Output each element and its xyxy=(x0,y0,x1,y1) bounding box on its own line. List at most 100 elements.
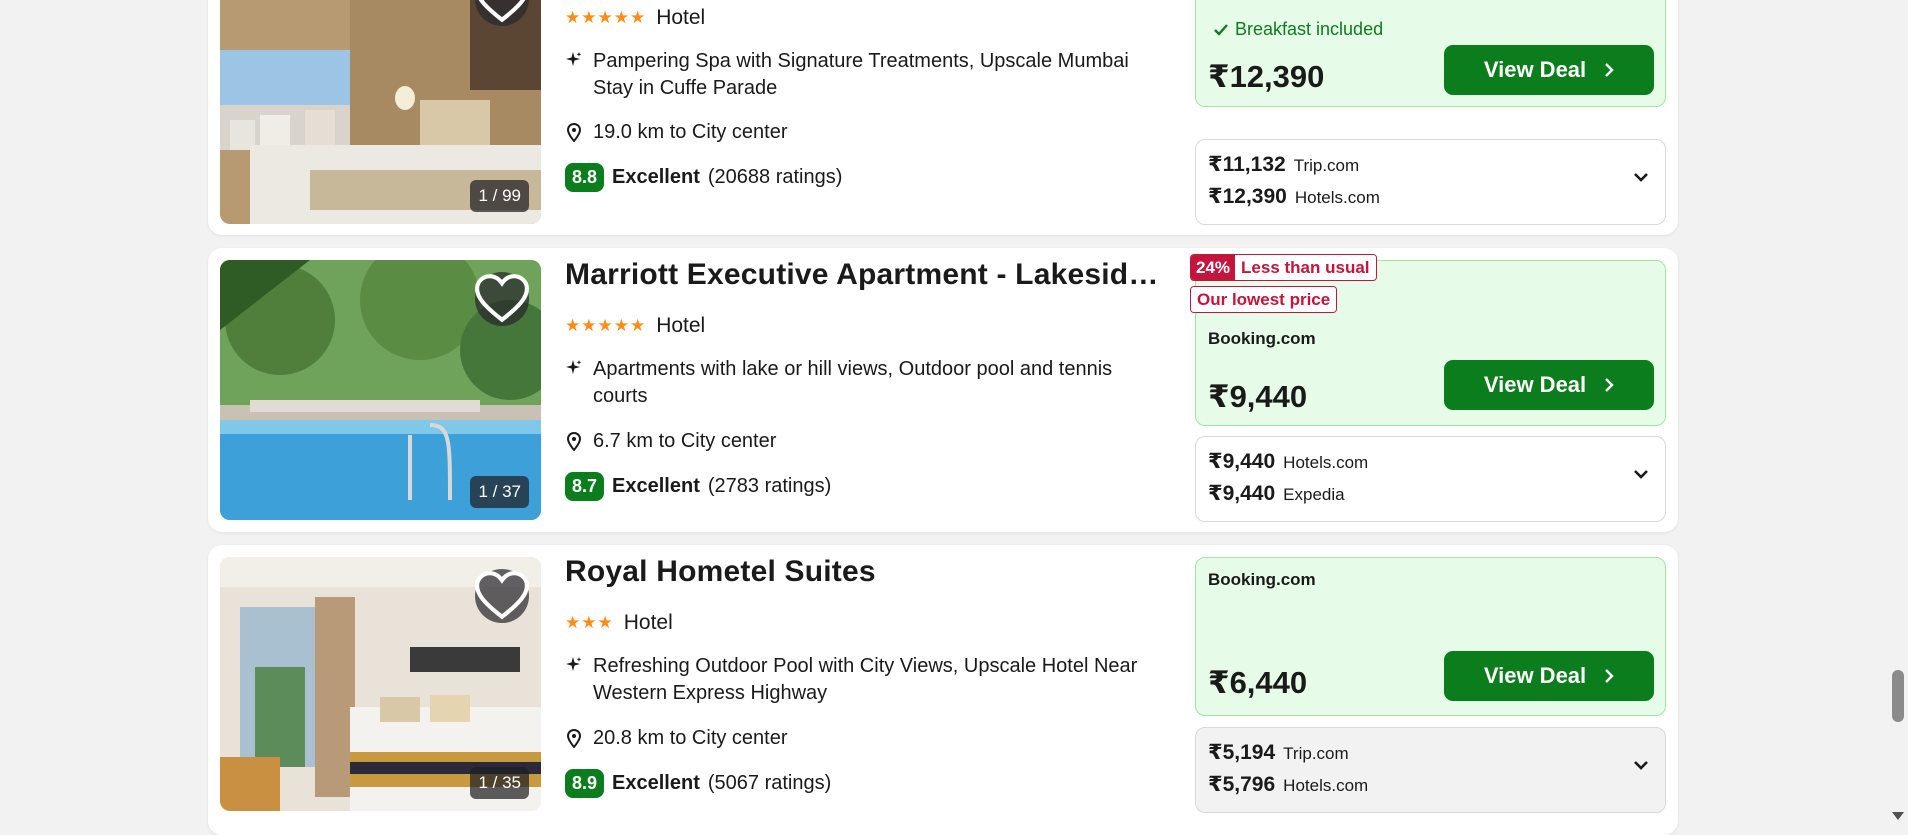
hotel-photo[interactable]: 1 / 99 xyxy=(220,0,541,224)
star-rating: ★★★★★ xyxy=(565,8,647,27)
view-deal-button[interactable]: View Deal xyxy=(1444,651,1654,701)
main-deal-box[interactable]: Breakfast included ₹12,390 View Deal xyxy=(1195,0,1666,107)
view-deal-label: View Deal xyxy=(1483,372,1587,397)
ratings-count: (5067 ratings) xyxy=(707,772,832,794)
other-prices-box[interactable]: ₹9,440 Hotels.com ₹9,440 Expedia xyxy=(1195,436,1666,522)
favorite-button[interactable] xyxy=(475,0,529,26)
highlight-row: Apartments with lake or hill views, Outd… xyxy=(565,356,1165,410)
hotel-card[interactable]: 1 / 99 ★★★★★ Hotel Pampering Spa with Si… xyxy=(208,0,1678,235)
other-price-row: ₹5,796 Hotels.com xyxy=(1208,772,1368,797)
other-prices-box[interactable]: ₹11,132 Trip.com ₹12,390 Hotels.com xyxy=(1195,139,1666,225)
other-price: ₹9,440 xyxy=(1208,482,1276,505)
favorite-button[interactable] xyxy=(475,569,529,623)
other-site: Trip.com xyxy=(1293,156,1360,175)
hotel-title[interactable]: Royal Hometel Suites xyxy=(565,555,1175,589)
other-site: Trip.com xyxy=(1283,744,1349,763)
location-pin-icon xyxy=(565,725,583,752)
chevron-right-icon xyxy=(1605,63,1614,77)
breakfast-text: Breakfast included xyxy=(1235,19,1384,39)
other-price: ₹5,194 xyxy=(1208,741,1276,764)
other-price-row: ₹12,390 Hotels.com xyxy=(1208,184,1380,209)
other-price-row: ₹9,440 Hotels.com xyxy=(1208,449,1368,474)
deal-price: ₹6,440 xyxy=(1208,665,1308,700)
hotel-title[interactable]: Marriott Executive Apartment - Lakeside … xyxy=(565,258,1175,292)
location-pin-icon xyxy=(565,428,583,455)
review-summary[interactable]: 8.8 Excellent (20688 ratings) xyxy=(565,163,842,192)
sparkle-icon xyxy=(565,48,583,102)
property-type: Hotel xyxy=(623,611,673,634)
discount-tag: 24% Less than usual xyxy=(1190,254,1377,281)
distance-row: 20.8 km to City center xyxy=(565,725,1165,752)
score-badge: 8.8 xyxy=(565,163,605,192)
hotel-card[interactable]: 1 / 35 Royal Hometel Suites ★★★ Hotel Re… xyxy=(208,545,1678,835)
view-deal-button[interactable]: View Deal xyxy=(1444,360,1654,410)
property-type: Hotel xyxy=(656,314,706,337)
distance-text: 6.7 km to City center xyxy=(593,430,777,452)
distance-text: 19.0 km to City center xyxy=(593,121,788,143)
hotel-photo[interactable]: 1 / 35 xyxy=(220,557,541,811)
hotel-photo[interactable]: 1 / 37 xyxy=(220,260,541,520)
view-deal-label: View Deal xyxy=(1483,57,1587,82)
score-badge: 8.9 xyxy=(565,769,605,798)
chevron-down-icon[interactable] xyxy=(1633,760,1649,770)
distance-text: 20.8 km to City center xyxy=(593,727,788,749)
main-deal-box[interactable]: Booking.com ₹6,440 View Deal xyxy=(1195,557,1666,716)
main-deal-box[interactable]: Booking.com ₹9,440 View Deal xyxy=(1195,260,1666,426)
sparkle-icon xyxy=(565,356,583,410)
photo-counter: 1 / 37 xyxy=(470,476,529,508)
chevron-right-icon xyxy=(1605,378,1614,392)
other-price: ₹12,390 xyxy=(1208,185,1287,208)
view-deal-button[interactable]: View Deal xyxy=(1444,45,1654,95)
heart-icon xyxy=(475,571,529,620)
photo-counter: 1 / 35 xyxy=(470,767,529,799)
heart-icon xyxy=(475,274,529,323)
deal-provider: Booking.com xyxy=(1208,329,1316,348)
rating-word: Excellent xyxy=(612,772,700,794)
chevron-right-icon xyxy=(1605,669,1614,683)
deal-price: ₹9,440 xyxy=(1208,379,1308,414)
scroll-down-arrow[interactable] xyxy=(1892,812,1904,820)
highlight-text: Refreshing Outdoor Pool with City Views,… xyxy=(593,655,1138,704)
other-prices-box[interactable]: ₹5,194 Trip.com ₹5,796 Hotels.com xyxy=(1195,727,1666,813)
other-price-row: ₹11,132 Trip.com xyxy=(1208,152,1359,177)
view-deal-label: View Deal xyxy=(1483,663,1587,688)
hotel-card[interactable]: 1 / 37 Marriott Executive Apartment - La… xyxy=(208,248,1678,532)
breakfast-included: Breakfast included xyxy=(1214,19,1383,40)
chevron-down-icon[interactable] xyxy=(1633,172,1649,182)
discount-percent: 24% xyxy=(1191,255,1236,280)
other-price-row: ₹9,440 Expedia xyxy=(1208,481,1345,506)
vertical-scrollbar[interactable] xyxy=(1888,0,1908,824)
other-site: Expedia xyxy=(1283,485,1345,504)
location-pin-icon xyxy=(565,119,583,146)
heart-icon xyxy=(478,0,526,23)
favorite-button[interactable] xyxy=(475,272,529,326)
highlight-row: Pampering Spa with Signature Treatments,… xyxy=(565,48,1165,102)
lowest-price-tag: Our lowest price xyxy=(1190,286,1338,313)
star-rating: ★★★★★ xyxy=(565,316,647,335)
highlight-text: Apartments with lake or hill views, Outd… xyxy=(593,358,1113,407)
photo-counter: 1 / 99 xyxy=(470,180,529,212)
chevron-down-icon[interactable] xyxy=(1633,469,1649,479)
ratings-count: (20688 ratings) xyxy=(707,166,843,188)
distance-row: 6.7 km to City center xyxy=(565,428,1165,455)
ratings-count: (2783 ratings) xyxy=(707,475,832,497)
scrollbar-thumb[interactable] xyxy=(1892,670,1904,722)
other-price-row: ₹5,194 Trip.com xyxy=(1208,740,1349,765)
distance-row: 19.0 km to City center xyxy=(565,119,1165,146)
rating-word: Excellent xyxy=(612,166,700,188)
other-price: ₹11,132 xyxy=(1208,153,1286,176)
review-summary[interactable]: 8.9 Excellent (5067 ratings) xyxy=(565,769,831,798)
rating-word: Excellent xyxy=(612,475,700,497)
sparkle-icon xyxy=(565,653,583,707)
score-badge: 8.7 xyxy=(565,472,605,501)
check-icon xyxy=(1214,23,1228,36)
highlight-text: Pampering Spa with Signature Treatments,… xyxy=(593,50,1129,99)
deal-provider: Booking.com xyxy=(1208,570,1316,589)
review-summary[interactable]: 8.7 Excellent (2783 ratings) xyxy=(565,472,831,501)
other-site: Hotels.com xyxy=(1283,776,1369,795)
star-rating: ★★★ xyxy=(565,613,614,632)
property-type: Hotel xyxy=(656,6,706,29)
discount-text: Less than usual xyxy=(1235,255,1376,280)
other-price: ₹5,796 xyxy=(1208,773,1276,796)
other-site: Hotels.com xyxy=(1283,453,1369,472)
